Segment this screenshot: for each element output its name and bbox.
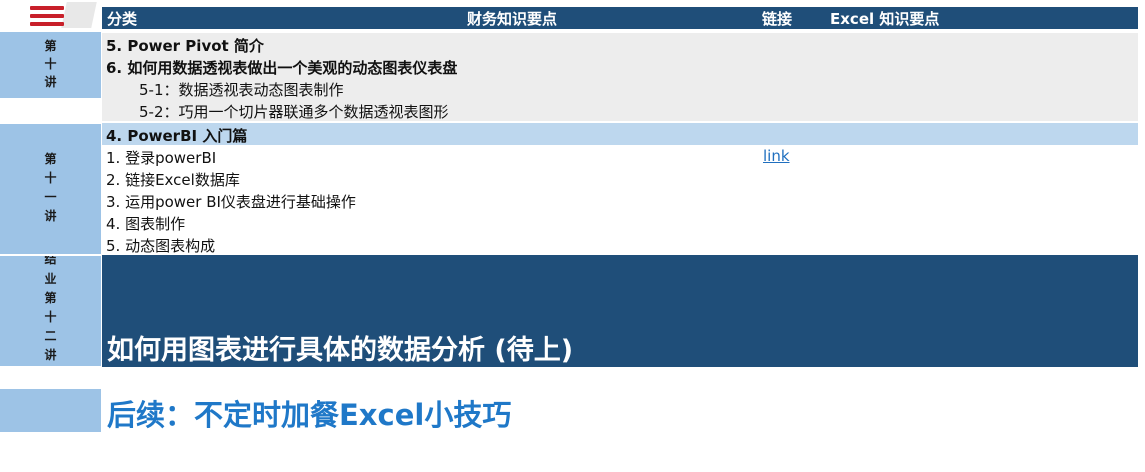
link[interactable]: link (763, 147, 790, 165)
logo-bar (30, 22, 64, 26)
header-excel: Excel 知识要点 (830, 10, 940, 28)
lecture-12-banner: 如何用图表进行具体的数据分析 (待上) (102, 255, 1138, 367)
header-category: 分类 (107, 10, 138, 28)
side-char: 第 (44, 291, 57, 305)
lecture-12-title: 如何用图表进行具体的数据分析 (待上) (107, 335, 574, 366)
side-char: 结 (44, 256, 57, 266)
list-item: 5-1：数据透视表动态图表制作 (102, 77, 1138, 99)
list-item: 5. 动态图表构成 (106, 237, 216, 255)
list-item: 5-2：巧用一个切片器联通多个数据透视表图形 (102, 99, 1138, 121)
side-char: 业 (44, 272, 57, 286)
logo-bar (30, 14, 64, 18)
logo (0, 0, 101, 30)
side-char: 讲 (44, 348, 57, 362)
logo-sheet-shape (61, 2, 97, 28)
list-item: 1. 登录powerBI link (106, 147, 790, 167)
lecture-12-label: 结 业 第 十 二 讲 (0, 256, 101, 366)
lecture-11-label: 第 十 一 讲 (0, 124, 101, 254)
list-item: 5. Power Pivot 简介 (102, 33, 1138, 55)
header-link: 链接 (762, 10, 793, 28)
list-item: 4. 图表制作 (106, 215, 186, 233)
header-knowledge: 财务知识要点 (467, 10, 558, 28)
list-item: 3. 运用power BI仪表盘进行基础操作 (106, 193, 356, 211)
side-char: 十 (44, 57, 57, 71)
side-char: 二 (44, 329, 57, 343)
section-title: 4. PowerBI 入门篇 (102, 123, 1138, 145)
side-char: 十 (44, 171, 57, 185)
side-char: 讲 (44, 75, 57, 89)
followup-marker (0, 389, 101, 432)
logo-bar (30, 6, 64, 10)
side-char: 一 (44, 190, 57, 204)
side-char: 十 (44, 310, 57, 324)
lecture-10-label: 第 十 讲 (0, 32, 101, 98)
table-header: 分类 财务知识要点 链接 Excel 知识要点 (102, 7, 1138, 29)
list-item: 6. 如何用数据透视表做出一个美观的动态图表仪表盘 (102, 55, 1138, 77)
side-char: 第 (44, 39, 57, 53)
followup-title: 后续：不定时加餐Excel小技巧 (107, 398, 512, 432)
list-item: 2. 链接Excel数据库 (106, 171, 240, 189)
side-char: 第 (44, 152, 57, 166)
side-char: 讲 (44, 209, 57, 223)
